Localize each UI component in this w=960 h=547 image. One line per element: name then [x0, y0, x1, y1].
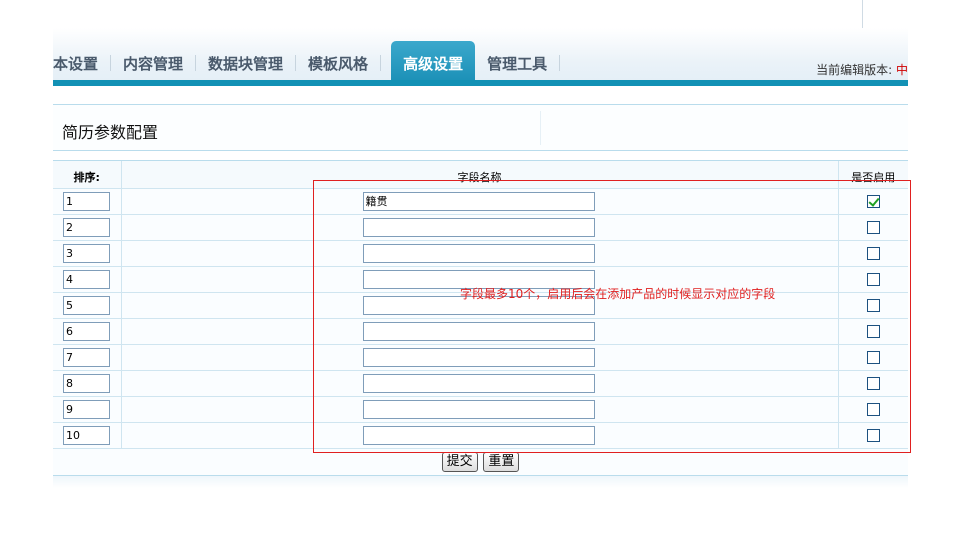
sort-order-input[interactable]: [63, 243, 110, 263]
enabled-checkbox[interactable]: [866, 246, 880, 260]
enabled-cell: [838, 422, 908, 449]
field-name-cell: [121, 214, 839, 241]
enabled-checkbox[interactable]: [866, 220, 880, 234]
table-row: [53, 344, 908, 371]
header-sort: 排序:: [53, 161, 122, 189]
sort-order-input[interactable]: [63, 399, 110, 419]
header-enabled: 是否启用: [838, 161, 908, 189]
enabled-cell: [838, 188, 908, 215]
tab-data-block-management[interactable]: 数据块管理: [208, 41, 283, 84]
sort-cell: [53, 422, 122, 449]
sort-order-input[interactable]: [63, 373, 110, 393]
nav-separator: [295, 55, 297, 71]
field-name-input[interactable]: [362, 399, 595, 419]
enabled-cell: [838, 292, 908, 319]
field-name-cell: [121, 422, 839, 449]
tab-advanced-settings[interactable]: 高级设置: [391, 41, 476, 84]
panel-header: 简历参数配置: [53, 104, 908, 151]
tab-management-tools[interactable]: 管理工具: [487, 41, 547, 84]
sort-cell: [53, 318, 122, 345]
field-name-cell: [121, 396, 839, 423]
enabled-cell: [838, 214, 908, 241]
enabled-checkbox[interactable]: [866, 428, 880, 442]
enabled-checkbox[interactable]: [866, 194, 880, 208]
nav-separator: [559, 55, 561, 71]
tab-template-style[interactable]: 模板风格: [308, 41, 368, 84]
sort-order-input[interactable]: [63, 295, 110, 315]
field-table: 排序: 字段名称 是否启用: [53, 161, 908, 449]
table-row: [53, 318, 908, 345]
enabled-cell: [838, 396, 908, 423]
header-field-name: 字段名称: [121, 161, 839, 189]
sort-cell: [53, 214, 122, 241]
edit-version: 当前编辑版本: 中: [816, 61, 908, 78]
page-title: 简历参数配置: [62, 123, 159, 142]
sort-cell: [53, 396, 122, 423]
enabled-cell: [838, 318, 908, 345]
table-row: [53, 188, 908, 215]
version-label: 当前编辑版本:: [816, 63, 893, 77]
enabled-cell: [838, 240, 908, 267]
field-name-input[interactable]: [362, 321, 595, 341]
field-name-cell: [121, 240, 839, 267]
enabled-checkbox[interactable]: [866, 272, 880, 286]
sort-order-input[interactable]: [63, 217, 110, 237]
table-row: [53, 370, 908, 397]
enabled-cell: [838, 266, 908, 293]
nav-accent-bar: [53, 80, 908, 86]
table-row: [53, 214, 908, 241]
sort-order-input[interactable]: [63, 321, 110, 341]
sort-cell: [53, 188, 122, 215]
field-name-cell: [121, 370, 839, 397]
field-name-input[interactable]: [362, 373, 595, 393]
bottom-strip: [53, 476, 908, 488]
sort-cell: [53, 370, 122, 397]
enabled-checkbox[interactable]: [866, 298, 880, 312]
form-actions: 提交 重置: [53, 452, 908, 472]
enabled-checkbox[interactable]: [866, 324, 880, 338]
sort-order-input[interactable]: [63, 191, 110, 211]
sort-cell: [53, 344, 122, 371]
tab-content-management[interactable]: 内容管理: [123, 41, 183, 84]
sort-order-input[interactable]: [63, 425, 110, 445]
enabled-checkbox[interactable]: [866, 350, 880, 364]
enabled-cell: [838, 344, 908, 371]
resume-field-table: 排序: 字段名称 是否启用 提交 重置: [53, 160, 908, 476]
field-name-input[interactable]: [362, 217, 595, 237]
main-nav: 本设置 内容管理 数据块管理 模板风格 高级设置 管理工具 当前编辑版本: 中: [53, 28, 908, 86]
sort-cell: [53, 266, 122, 293]
enabled-cell: [838, 370, 908, 397]
nav-separator: [380, 55, 382, 71]
top-strip: [53, 0, 908, 28]
nav-separator: [110, 55, 112, 71]
field-name-input[interactable]: [362, 243, 595, 263]
enabled-checkbox[interactable]: [866, 402, 880, 416]
sort-order-input[interactable]: [63, 347, 110, 367]
sort-order-input[interactable]: [63, 269, 110, 289]
table-row: [53, 422, 908, 449]
tab-basic-settings[interactable]: 本设置: [53, 41, 98, 84]
sort-cell: [53, 240, 122, 267]
field-name-cell: [121, 188, 839, 215]
enabled-checkbox[interactable]: [866, 376, 880, 390]
nav-separator: [195, 55, 197, 71]
reset-button[interactable]: 重置: [483, 452, 520, 472]
submit-button[interactable]: 提交: [441, 452, 478, 472]
field-name-input[interactable]: [362, 347, 595, 367]
field-name-input[interactable]: [362, 425, 595, 445]
version-value[interactable]: 中: [896, 63, 908, 77]
field-name-cell: [121, 318, 839, 345]
table-row: [53, 396, 908, 423]
table-header-row: 排序: 字段名称 是否启用: [53, 161, 908, 189]
field-name-cell: [121, 344, 839, 371]
table-row: [53, 240, 908, 267]
annotation-text: 字段最多10个，启用后会在添加产品的时候显示对应的字段: [460, 287, 776, 301]
header-divider: [540, 111, 541, 145]
sort-cell: [53, 292, 122, 319]
field-name-input[interactable]: [362, 191, 595, 211]
